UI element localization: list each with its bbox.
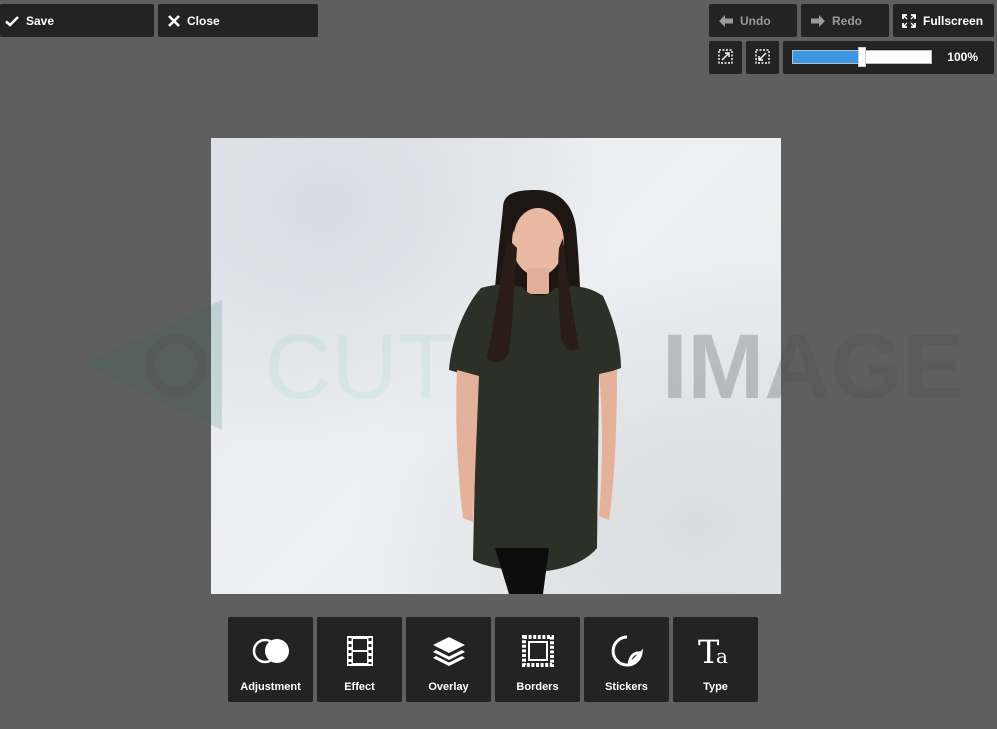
tool-label: Effect [344, 681, 375, 693]
redo-label: Redo [832, 13, 862, 28]
expand-icon [718, 48, 733, 67]
sticker-icon [584, 635, 669, 667]
zoom-slider-handle[interactable] [858, 47, 866, 67]
zoom-slider-fill [793, 51, 862, 63]
zoom-slider[interactable] [792, 47, 932, 67]
type-icon: T a [673, 635, 758, 667]
photo-canvas[interactable] [211, 138, 781, 594]
zoom-panel: 100% [783, 41, 994, 74]
tool-label: Borders [516, 681, 559, 693]
zoom-out-button[interactable] [746, 41, 779, 74]
undo-label: Undo [740, 13, 771, 28]
fullscreen-button[interactable]: Fullscreen [893, 4, 994, 37]
watermark-logo-icon [82, 300, 222, 430]
arrow-left-icon [719, 14, 733, 27]
checkmark-icon [5, 15, 19, 27]
adjustment-icon [228, 635, 313, 667]
tool-type[interactable]: T a Type [673, 617, 758, 702]
save-button[interactable]: Save [0, 4, 154, 37]
tool-label: Stickers [605, 681, 648, 693]
stamp-border-icon [495, 635, 580, 667]
close-icon [168, 14, 180, 27]
fullscreen-icon [902, 13, 916, 28]
svg-text:a: a [716, 644, 728, 667]
fullscreen-label: Fullscreen [923, 13, 984, 28]
zoom-value: 100% [947, 50, 978, 64]
tool-stickers[interactable]: Stickers [584, 617, 669, 702]
layers-icon [406, 635, 491, 667]
close-button[interactable]: Close [158, 4, 318, 37]
tool-borders[interactable]: Borders [495, 617, 580, 702]
tool-adjustment[interactable]: Adjustment [228, 617, 313, 702]
person-photo [449, 190, 621, 594]
film-strip-icon [317, 635, 402, 667]
zoom-in-button[interactable] [709, 41, 742, 74]
tool-label: Type [703, 681, 728, 693]
tool-label: Adjustment [240, 681, 301, 693]
tool-effect[interactable]: Effect [317, 617, 402, 702]
tool-overlay[interactable]: Overlay [406, 617, 491, 702]
save-label: Save [26, 13, 55, 28]
shrink-icon [755, 48, 770, 67]
tool-label: Overlay [428, 681, 469, 693]
close-label: Close [187, 13, 220, 28]
arrow-right-icon [811, 14, 825, 27]
redo-button[interactable]: Redo [801, 4, 889, 37]
undo-button[interactable]: Undo [709, 4, 797, 37]
